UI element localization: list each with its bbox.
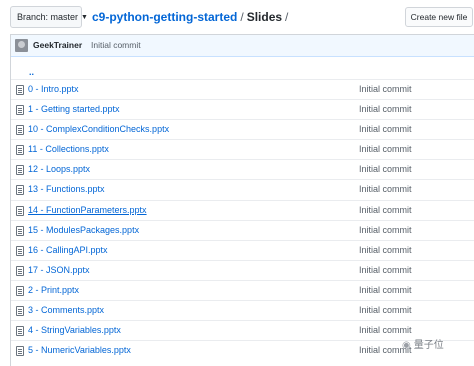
caret-down-icon: ▼: [81, 14, 88, 21]
file-rows: 0 - Intro.pptx Initial commit 1 - Getting …: [11, 79, 474, 360]
file-commit-message-link[interactable]: Initial commit: [359, 140, 412, 159]
file-row: 3 - Comments.pptx Initial commit: [11, 300, 474, 320]
file-commit-message-link[interactable]: Initial commit: [359, 281, 412, 300]
file-row: 13 - Functions.pptx Initial commit: [11, 179, 474, 199]
file-row: 0 - Intro.pptx Initial commit: [11, 79, 474, 99]
file-commit-message-link[interactable]: Initial commit: [359, 160, 412, 179]
file-name-link[interactable]: 2 - Print.pptx: [28, 281, 79, 300]
file-name-link[interactable]: 15 - ModulesPackages.pptx: [28, 221, 139, 240]
breadcrumb-separator-trailing: /: [285, 10, 289, 24]
file-row: 15 - ModulesPackages.pptx Initial commit: [11, 219, 474, 240]
file-row: 10 - ComplexConditionChecks.pptx Initial …: [11, 119, 474, 139]
file-name-link[interactable]: 14 - FunctionParameters.pptx: [28, 201, 147, 220]
file-name-link[interactable]: 10 - ComplexConditionChecks.pptx: [28, 120, 169, 139]
file-icon: [16, 306, 24, 317]
parent-dir-link[interactable]: ..: [29, 67, 34, 77]
file-icon: [16, 205, 24, 216]
wechat-icon: ◉: [402, 340, 411, 351]
file-commit-message-link[interactable]: Initial commit: [359, 120, 412, 139]
file-icon: [16, 346, 24, 357]
breadcrumb-separator: /: [240, 10, 244, 24]
file-icon: [16, 225, 24, 236]
file-row: 2 - Print.pptx Initial commit: [11, 279, 474, 300]
file-row: 11 - Collections.pptx Initial commit: [11, 139, 474, 159]
breadcrumb-current-dir: Slides: [246, 10, 283, 24]
file-commit-message-link[interactable]: Initial commit: [359, 261, 412, 280]
file-commit-message-link[interactable]: Initial commit: [359, 100, 412, 119]
latest-commit-bar: GeekTrainer Initial commit: [11, 35, 474, 57]
breadcrumb: c9-python-getting-started / Slides /: [92, 8, 291, 26]
file-icon: [16, 85, 24, 95]
commit-author-link[interactable]: GeekTrainer: [33, 35, 82, 56]
file-icon: [16, 105, 24, 116]
file-icon: [16, 185, 24, 196]
commit-message-link[interactable]: Initial commit: [91, 35, 141, 56]
file-name-link[interactable]: 5 - NumericVariables.pptx: [28, 341, 131, 360]
watermark-text: 量子位: [413, 340, 444, 351]
file-row: 12 - Loops.pptx Initial commit: [11, 159, 474, 179]
parent-dir-row: ..: [11, 67, 474, 79]
breadcrumb-repo-link[interactable]: c9-python-getting-started: [92, 10, 237, 24]
file-row: 1 - Getting started.pptx Initial commit: [11, 99, 474, 119]
file-commit-message-link[interactable]: Initial commit: [359, 301, 412, 320]
file-icon: [16, 165, 24, 176]
file-commit-message-link[interactable]: Initial commit: [359, 241, 412, 260]
file-icon: [16, 326, 24, 337]
file-commit-message-link[interactable]: Initial commit: [359, 180, 412, 199]
file-commit-message-link[interactable]: Initial commit: [359, 201, 412, 220]
create-new-file-button[interactable]: Create new file: [405, 7, 473, 27]
file-icon: [16, 145, 24, 156]
file-list: GeekTrainer Initial commit .. 0 - Intro.…: [10, 34, 474, 366]
file-name-link[interactable]: 16 - CallingAPI.pptx: [28, 241, 108, 260]
file-row: 17 - JSON.pptx Initial commit: [11, 259, 474, 280]
file-icon: [16, 265, 24, 276]
file-row: 16 - CallingAPI.pptx Initial commit: [11, 239, 474, 260]
file-row: 14 - FunctionParameters.pptx Initial comm…: [11, 199, 474, 220]
file-name-link[interactable]: 13 - Functions.pptx: [28, 180, 105, 199]
file-icon: [16, 285, 24, 296]
file-name-link[interactable]: 17 - JSON.pptx: [28, 261, 90, 280]
file-commit-message-link[interactable]: Initial commit: [359, 221, 412, 240]
file-name-link[interactable]: 0 - Intro.pptx: [28, 80, 79, 99]
branch-select-button[interactable]: Branch: master ▼: [10, 6, 88, 28]
file-icon: [16, 125, 24, 136]
watermark: ◉ 量子位: [402, 336, 444, 356]
file-name-link[interactable]: 11 - Collections.pptx: [28, 140, 109, 159]
file-name-link[interactable]: 1 - Getting started.pptx: [28, 100, 120, 119]
avatar[interactable]: [15, 39, 28, 52]
file-icon: [16, 245, 24, 256]
file-name-link[interactable]: 3 - Comments.pptx: [28, 301, 104, 320]
repo-header: Branch: master ▼ c9-python-getting-starte…: [0, 0, 474, 32]
file-name-link[interactable]: 4 - StringVariables.pptx: [28, 321, 121, 340]
branch-label: Branch: master: [17, 12, 79, 22]
file-name-link[interactable]: 12 - Loops.pptx: [28, 160, 90, 179]
file-commit-message-link[interactable]: Initial commit: [359, 80, 412, 99]
